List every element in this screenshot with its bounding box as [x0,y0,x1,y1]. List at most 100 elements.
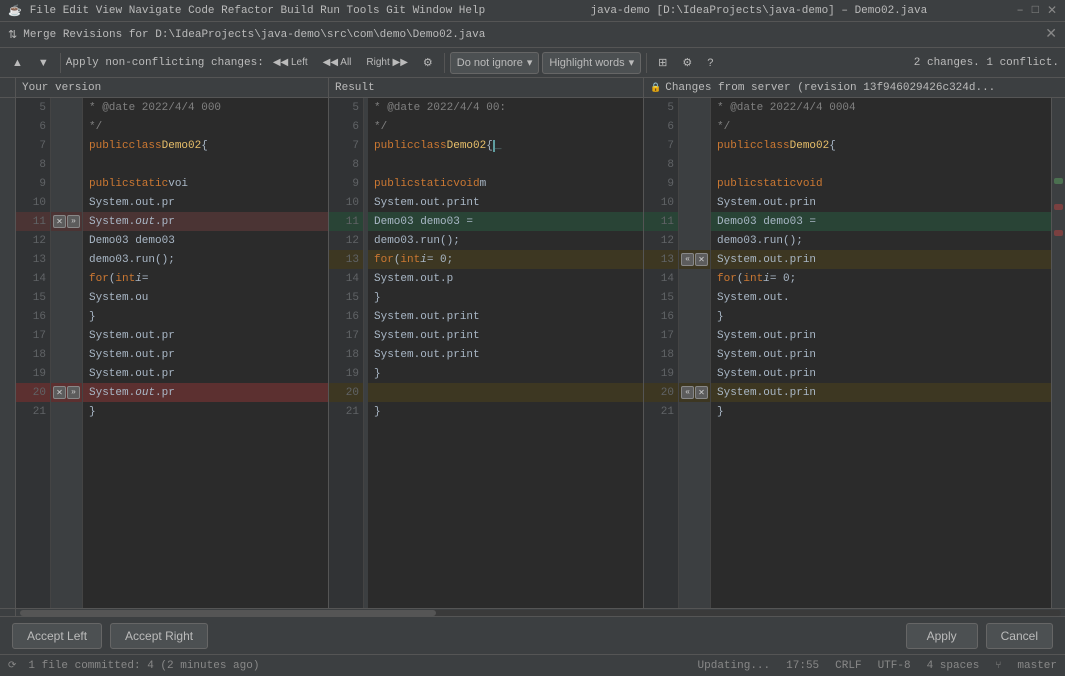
x-btn-11[interactable]: ✕ [53,215,66,228]
code-line: System.out.print [368,326,643,345]
marker-line [51,136,82,155]
arrow-btn-20[interactable]: » [67,386,80,399]
help-btn[interactable]: ? [701,52,719,74]
indent-text: 4 spaces [927,660,980,672]
changes-from-server-header: 🔒 Changes from server (revision 13f94602… [644,78,1065,97]
apply-right-btn[interactable]: Right ▶▶ [360,52,414,74]
center-code[interactable]: * @date 2022/4/4 00: */ public class Dem… [368,98,643,608]
bottom-toolbar: Accept Left Accept Right Apply Cancel [0,616,1065,654]
left-arrow-btn-13[interactable]: « [681,253,694,266]
code-line: } [83,402,328,421]
nav-down-btn[interactable]: ▼ [32,52,55,74]
gutter-line: 9 [16,174,50,193]
column-headers: Your version Result 🔒 Changes from serve… [0,78,1065,98]
code-line: * @date 2022/4/4 000 [83,98,328,117]
left-strip-header [0,78,16,97]
code-line: demo03.run(); [711,231,1051,250]
sep2 [444,53,445,73]
close-btn[interactable]: ✕ [1047,3,1057,18]
right-scroll[interactable] [1051,98,1065,608]
marker-line [679,155,710,174]
marker-line [679,307,710,326]
code-line: public class Demo02 { _ [368,136,643,155]
marker-line [679,402,710,421]
settings-btn[interactable]: ⚙ [417,52,439,74]
marker-line [51,307,82,326]
left-conflict-row20[interactable]: ✕ » [51,383,82,402]
x-btn-20[interactable]: ✕ [53,386,66,399]
code-line: */ [368,117,643,136]
time-text: 17:55 [786,660,819,672]
gutter-line: 21 [16,402,50,421]
app-menus: File Edit View Navigate Code Refactor Bu… [30,5,485,17]
code-line: demo03.run(); [83,250,328,269]
marker-line [679,212,710,231]
your-version-header: Your version [16,78,329,97]
branch-icon: ⑂ [995,660,1001,672]
marker-line [51,231,82,250]
code-line: for (int i = 0; [368,250,643,269]
result-header: Result [329,78,644,97]
code-line [711,155,1051,174]
gutter-line: 5 [16,98,50,117]
gutter-line: 12 [16,231,50,250]
cancel-btn[interactable]: Cancel [986,623,1053,649]
minimize-btn[interactable]: – [1017,3,1024,18]
left-conflict-row11[interactable]: ✕ » [51,212,82,231]
right-code[interactable]: * @date 2022/4/4 0004 */ public class De… [711,98,1051,608]
apply-label: Apply non-conflicting changes: [66,57,264,69]
columns-btn[interactable]: ⊞ [652,52,673,74]
code-line: System.out.prin [711,364,1051,383]
ignore-label: Do not ignore [457,57,523,69]
crlf-text: CRLF [835,660,861,672]
ignore-dropdown-btn[interactable]: Do not ignore ▾ [450,52,540,74]
accept-left-btn[interactable]: Accept Left [12,623,102,649]
gear-btn[interactable]: ⚙ [676,52,698,74]
charset-text: UTF-8 [878,660,911,672]
chevron-down-icon: ▾ [527,56,533,69]
code-line: * @date 2022/4/4 0004 [711,98,1051,117]
maximize-btn[interactable]: □ [1032,3,1039,18]
changes-from-server-label: Changes from server (revision 13f9460294… [665,82,995,94]
left-panel: 5 6 7 8 9 10 11 12 13 14 15 16 17 18 19 … [16,98,329,608]
gutter-line: 7 [16,136,50,155]
nav-up-btn[interactable]: ▲ [6,52,29,74]
merge-icon: ⇅ [8,28,17,42]
right-conflict-row13[interactable]: « ✕ [679,250,710,269]
gutter-line: 18 [16,345,50,364]
apply-btn[interactable]: Apply [906,623,978,649]
marker-line [679,174,710,193]
code-line [368,383,643,402]
marker-line [679,136,710,155]
apply-left-btn[interactable]: ◀◀ Left [267,52,314,74]
marker-line [51,326,82,345]
right-conflict-markers: « ✕ « ✕ [679,98,711,608]
merge-path: Merge Revisions for D:\IdeaProjects\java… [23,29,1039,41]
status-right: Updating... 17:55 CRLF UTF-8 4 spaces ⑂ … [698,660,1057,672]
scrollbar-area[interactable] [0,608,1065,616]
x-btn-r13[interactable]: ✕ [695,253,708,266]
merge-close-btn[interactable]: ✕ [1045,26,1057,43]
x-btn-r20[interactable]: ✕ [695,386,708,399]
chevron-down-icon2: ▾ [629,56,635,69]
left-code[interactable]: * @date 2022/4/4 000 */ public class Dem… [83,98,328,608]
marker-line [51,98,82,117]
center-panel: 5 6 7 8 9 10 11 12 13 14 15 16 17 18 19 … [329,98,644,608]
arrow-btn-11[interactable]: » [67,215,80,228]
marker-line [51,155,82,174]
highlight-dropdown-btn[interactable]: Highlight words ▾ [542,52,641,74]
code-line: System.out.p [368,269,643,288]
marker-line [51,288,82,307]
marker-line [679,288,710,307]
right-gutter: 5 6 7 8 9 10 11 12 13 14 15 16 17 18 19 … [644,98,679,608]
left-conflict-markers: ✕ » ✕ » [51,98,83,608]
right-conflict-row20[interactable]: « ✕ [679,383,710,402]
accept-right-btn[interactable]: Accept Right [110,623,208,649]
apply-all-btn[interactable]: ◀◀ All [317,52,358,74]
code-line: System.out.pr [83,364,328,383]
updating-text: Updating... [698,660,771,672]
code-line: demo03.run(); [368,231,643,250]
left-arrow-btn-20[interactable]: « [681,386,694,399]
code-line: } [368,402,643,421]
lock-icon: 🔒 [650,83,661,93]
